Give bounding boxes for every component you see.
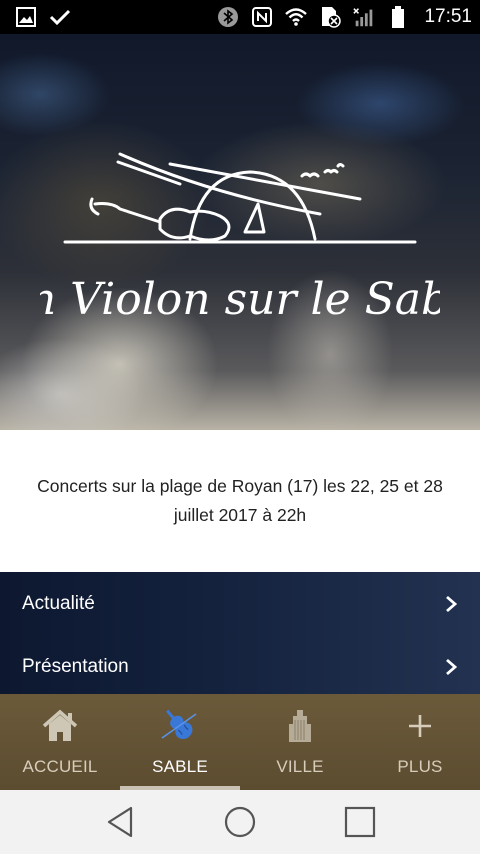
tab-accueil[interactable]: ACCUEIL	[0, 694, 120, 790]
chevron-right-icon	[444, 595, 458, 613]
menu-item-presentation[interactable]: Présentation	[0, 635, 480, 698]
tab-label: ACCUEIL	[22, 757, 98, 776]
nfc-icon	[250, 6, 274, 28]
violin-icon	[160, 708, 200, 744]
status-bar-right: 17:51	[216, 6, 472, 28]
violin-sun-logo: Un Violon sur le Sable	[0, 152, 480, 325]
signal-icon	[352, 6, 376, 28]
plus-icon	[400, 708, 440, 744]
hero-banner: Un Violon sur le Sable	[0, 34, 480, 430]
intro-section: Concerts sur la plage de Royan (17) les …	[0, 430, 480, 572]
no-sim-icon	[318, 6, 342, 28]
status-bar: 17:51	[0, 0, 480, 34]
menu-item-label: Actualité	[22, 592, 95, 614]
menu-item-label: Présentation	[22, 655, 129, 677]
menu-list: Actualité Présentation	[0, 572, 480, 694]
home-icon	[40, 708, 80, 744]
status-bar-left	[14, 6, 72, 28]
building-icon	[280, 708, 320, 744]
app-screen: 17:51 Violon sur le Sa Concerts sur la p…	[0, 0, 480, 854]
battery-icon	[386, 6, 410, 28]
bottom-tab-bar: ACCUEIL SABLE VILLE PLUS	[0, 694, 480, 790]
recents-icon[interactable]	[340, 802, 380, 842]
tab-label: PLUS	[397, 757, 443, 776]
home-circle-icon[interactable]	[220, 802, 260, 842]
tab-label: VILLE	[276, 757, 324, 776]
tab-plus[interactable]: PLUS	[360, 694, 480, 790]
tab-label: SABLE	[152, 757, 208, 776]
intro-text: Concerts sur la plage de Royan (17) les …	[37, 476, 443, 525]
system-nav-bar	[0, 790, 480, 854]
menu-item-actualite[interactable]: Actualité	[0, 572, 480, 635]
bluetooth-icon	[216, 6, 240, 28]
tab-ville[interactable]: VILLE	[240, 694, 360, 790]
check-icon	[48, 6, 72, 28]
back-icon[interactable]	[100, 802, 140, 842]
wifi-icon	[284, 6, 308, 28]
image-icon	[14, 6, 38, 28]
logo-image: Un Violon sur le Sable	[0, 124, 480, 344]
status-time: 17:51	[424, 6, 472, 27]
chevron-right-icon	[444, 658, 458, 676]
tab-sable[interactable]: SABLE	[120, 694, 240, 790]
logo-text: Un Violon sur le Sable	[40, 274, 440, 325]
